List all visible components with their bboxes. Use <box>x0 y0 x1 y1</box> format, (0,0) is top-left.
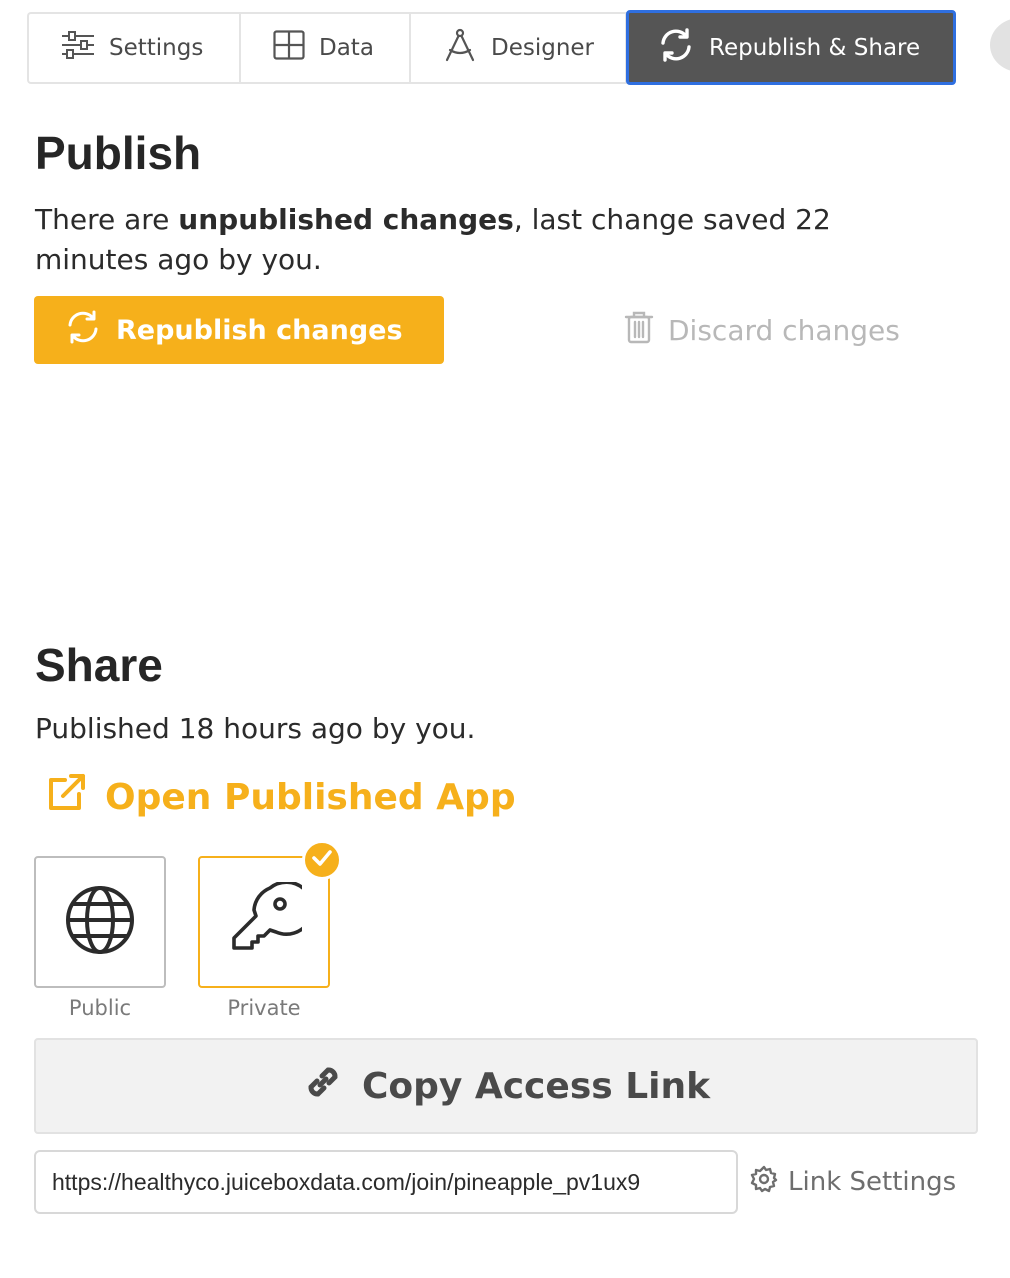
discard-changes-button[interactable]: Discard changes <box>624 308 900 352</box>
refresh-icon <box>659 27 693 68</box>
republish-changes-button[interactable]: Republish changes <box>34 296 444 364</box>
access-link-field[interactable] <box>34 1150 738 1214</box>
copy-access-link-label: Copy Access Link <box>361 1065 711 1107</box>
link-settings-label: Link Settings <box>788 1167 957 1197</box>
tab-settings-label: Settings <box>109 35 204 61</box>
visibility-public-label: Public <box>68 996 132 1020</box>
grid-icon <box>273 30 305 66</box>
share-heading: Share <box>35 639 163 691</box>
compass-icon <box>443 28 477 68</box>
gear-icon <box>750 1165 778 1200</box>
sliders-icon <box>61 31 95 65</box>
visibility-public-option[interactable] <box>34 856 166 988</box>
avatar[interactable] <box>990 18 1010 72</box>
tab-republish-share[interactable]: Republish & Share <box>626 10 956 85</box>
tab-designer-label: Designer <box>491 35 595 61</box>
tab-designer[interactable]: Designer <box>409 12 627 84</box>
trash-icon <box>624 310 654 351</box>
publish-status-prefix: There are <box>35 203 179 236</box>
tab-republish-share-label: Republish & Share <box>709 34 921 61</box>
tab-data-label: Data <box>319 35 374 61</box>
republish-changes-label: Republish changes <box>116 314 403 346</box>
publish-status-text: There are unpublished changes, last chan… <box>35 200 935 280</box>
visibility-private-label: Private <box>227 996 301 1020</box>
link-icon <box>302 1061 344 1112</box>
discard-changes-label: Discard changes <box>668 313 900 347</box>
open-published-app-label: Open Published App <box>105 776 516 818</box>
tab-settings[interactable]: Settings <box>27 12 239 84</box>
external-link-icon <box>45 772 87 823</box>
selected-check-badge <box>302 840 342 880</box>
open-published-app-link[interactable]: Open Published App <box>45 772 516 822</box>
publish-status-bold: unpublished changes <box>178 203 514 236</box>
refresh-icon <box>66 310 100 351</box>
key-icon <box>226 880 315 962</box>
tab-data[interactable]: Data <box>239 12 409 84</box>
tab-bar: Settings Data Designer <box>27 12 627 84</box>
copy-access-link-button[interactable]: Copy Access Link <box>34 1038 978 1134</box>
publish-heading: Publish <box>35 127 202 179</box>
share-status-text: Published 18 hours ago by you. <box>35 712 476 745</box>
check-icon <box>311 847 333 873</box>
link-settings-button[interactable]: Link Settings <box>750 1160 956 1204</box>
globe-icon <box>64 884 136 960</box>
